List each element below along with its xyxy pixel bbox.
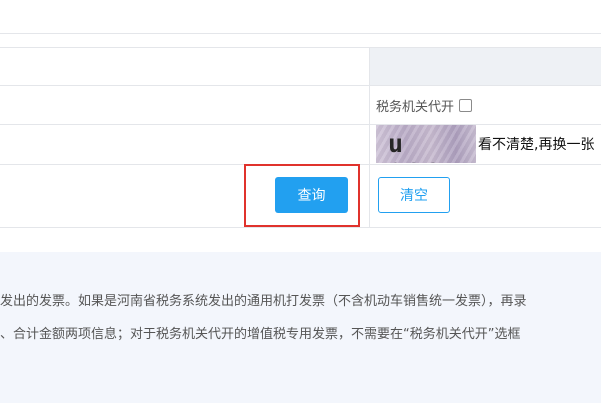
form-header-cell (370, 48, 601, 85)
form-row-divider (0, 85, 601, 86)
form-top-border (0, 33, 601, 34)
tax-agency-checkbox-label: 税务机关代开 (376, 99, 455, 115)
captcha-refresh-link[interactable]: 看不清楚,再换一张 (478, 134, 594, 154)
captcha-text: u 8SG (388, 129, 439, 163)
notice-line-1: 发出的发票。如果是河南省税务系统发出的通用机打发票（不含机动车销售统一发票），再… (0, 294, 527, 309)
form-bottom-border (0, 227, 601, 228)
clear-button[interactable]: 清空 (378, 177, 450, 213)
captcha-row: u 8SG 看不清楚,再换一张 (376, 125, 594, 163)
tax-agency-row: 税务机关代开 (376, 96, 473, 115)
query-button[interactable]: 查询 (275, 177, 348, 213)
notice-line-2: 、合计金额两项信息；对于税务机关代开的增值税专用发票，不需要在“税务机关代开”选… (0, 327, 521, 342)
captcha-image[interactable]: u 8SG (376, 125, 476, 163)
tax-agency-checkbox[interactable] (459, 98, 473, 112)
notice-panel: 发出的发票。如果是河南省税务系统发出的通用机打发票（不含机动车销售统一发票），再… (0, 252, 601, 403)
